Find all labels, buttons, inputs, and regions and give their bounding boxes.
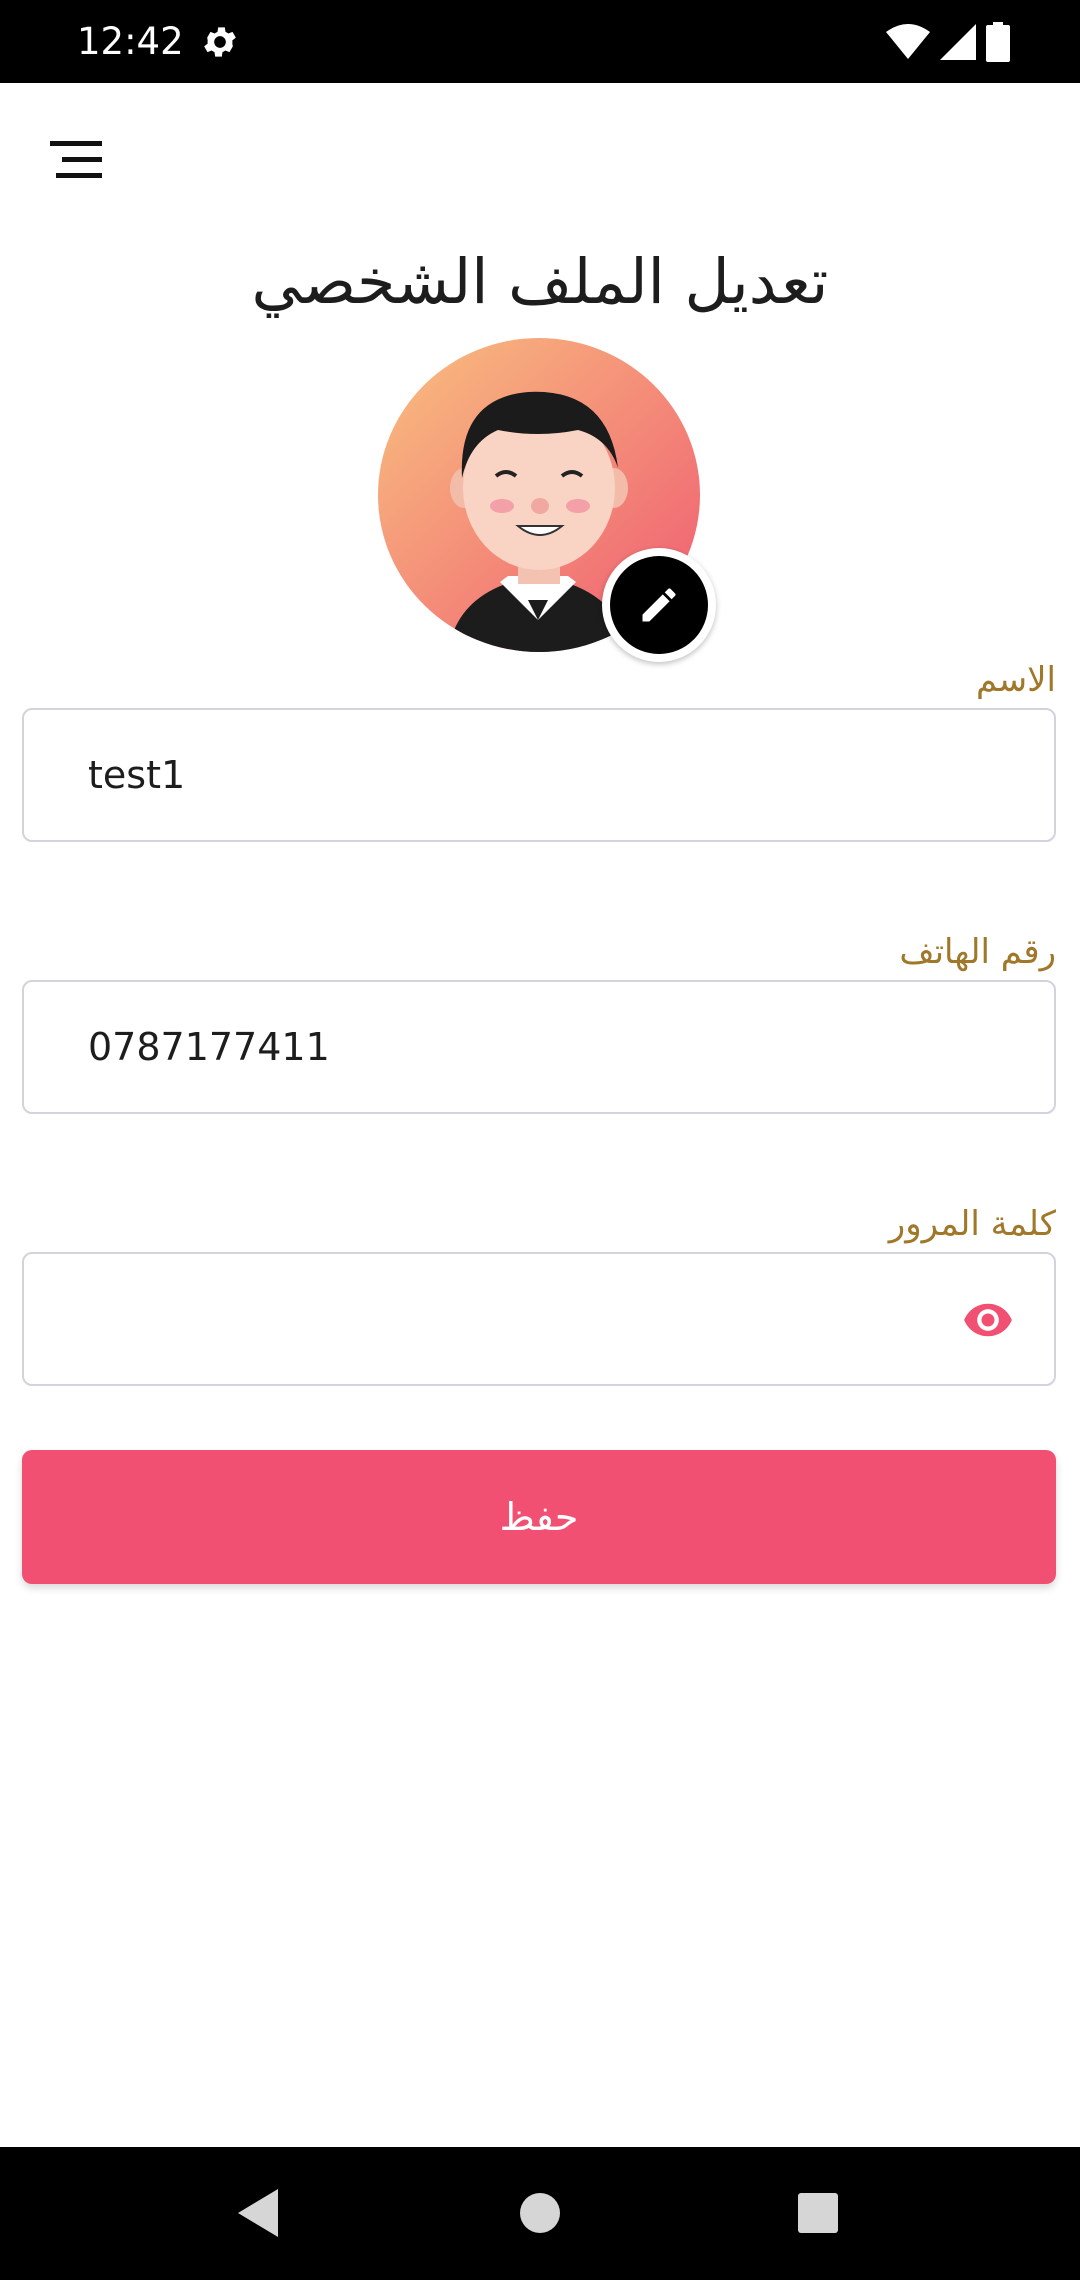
- back-icon[interactable]: [218, 2177, 298, 2249]
- settings-icon: [204, 27, 236, 57]
- password-field[interactable]: [22, 1252, 1056, 1386]
- phone-input[interactable]: [88, 982, 948, 1112]
- password-input[interactable]: [88, 1254, 948, 1384]
- status-bar: 12:42: [0, 0, 1080, 83]
- save-button[interactable]: حفظ: [22, 1450, 1056, 1584]
- name-label: الاسم: [976, 660, 1056, 700]
- pencil-icon: [642, 588, 676, 622]
- page-title: تعديل الملف الشخصي: [251, 245, 829, 318]
- recents-icon[interactable]: [778, 2177, 858, 2249]
- status-icons: [886, 22, 1010, 62]
- wifi-icon: [886, 24, 930, 59]
- password-label: كلمة المرور: [888, 1204, 1056, 1244]
- edit-avatar-circle: [610, 556, 708, 654]
- menu-icon: [50, 141, 102, 178]
- signal-icon: [940, 24, 976, 60]
- screen: 12:42 تعديل الملف الشخصي الاسم test1 رقم…: [0, 0, 1080, 2280]
- edit-avatar-button[interactable]: [602, 548, 716, 662]
- status-time: 12:42: [77, 20, 184, 63]
- home-icon[interactable]: [500, 2177, 580, 2249]
- menu-button[interactable]: [40, 130, 114, 190]
- eye-icon[interactable]: [962, 1294, 1014, 1346]
- phone-label: رقم الهاتف: [899, 932, 1056, 972]
- name-input[interactable]: [88, 710, 948, 840]
- navigation-bar: [0, 2147, 1080, 2280]
- battery-icon: [986, 22, 1010, 62]
- name-field[interactable]: [22, 708, 1056, 842]
- phone-field[interactable]: [22, 980, 1056, 1114]
